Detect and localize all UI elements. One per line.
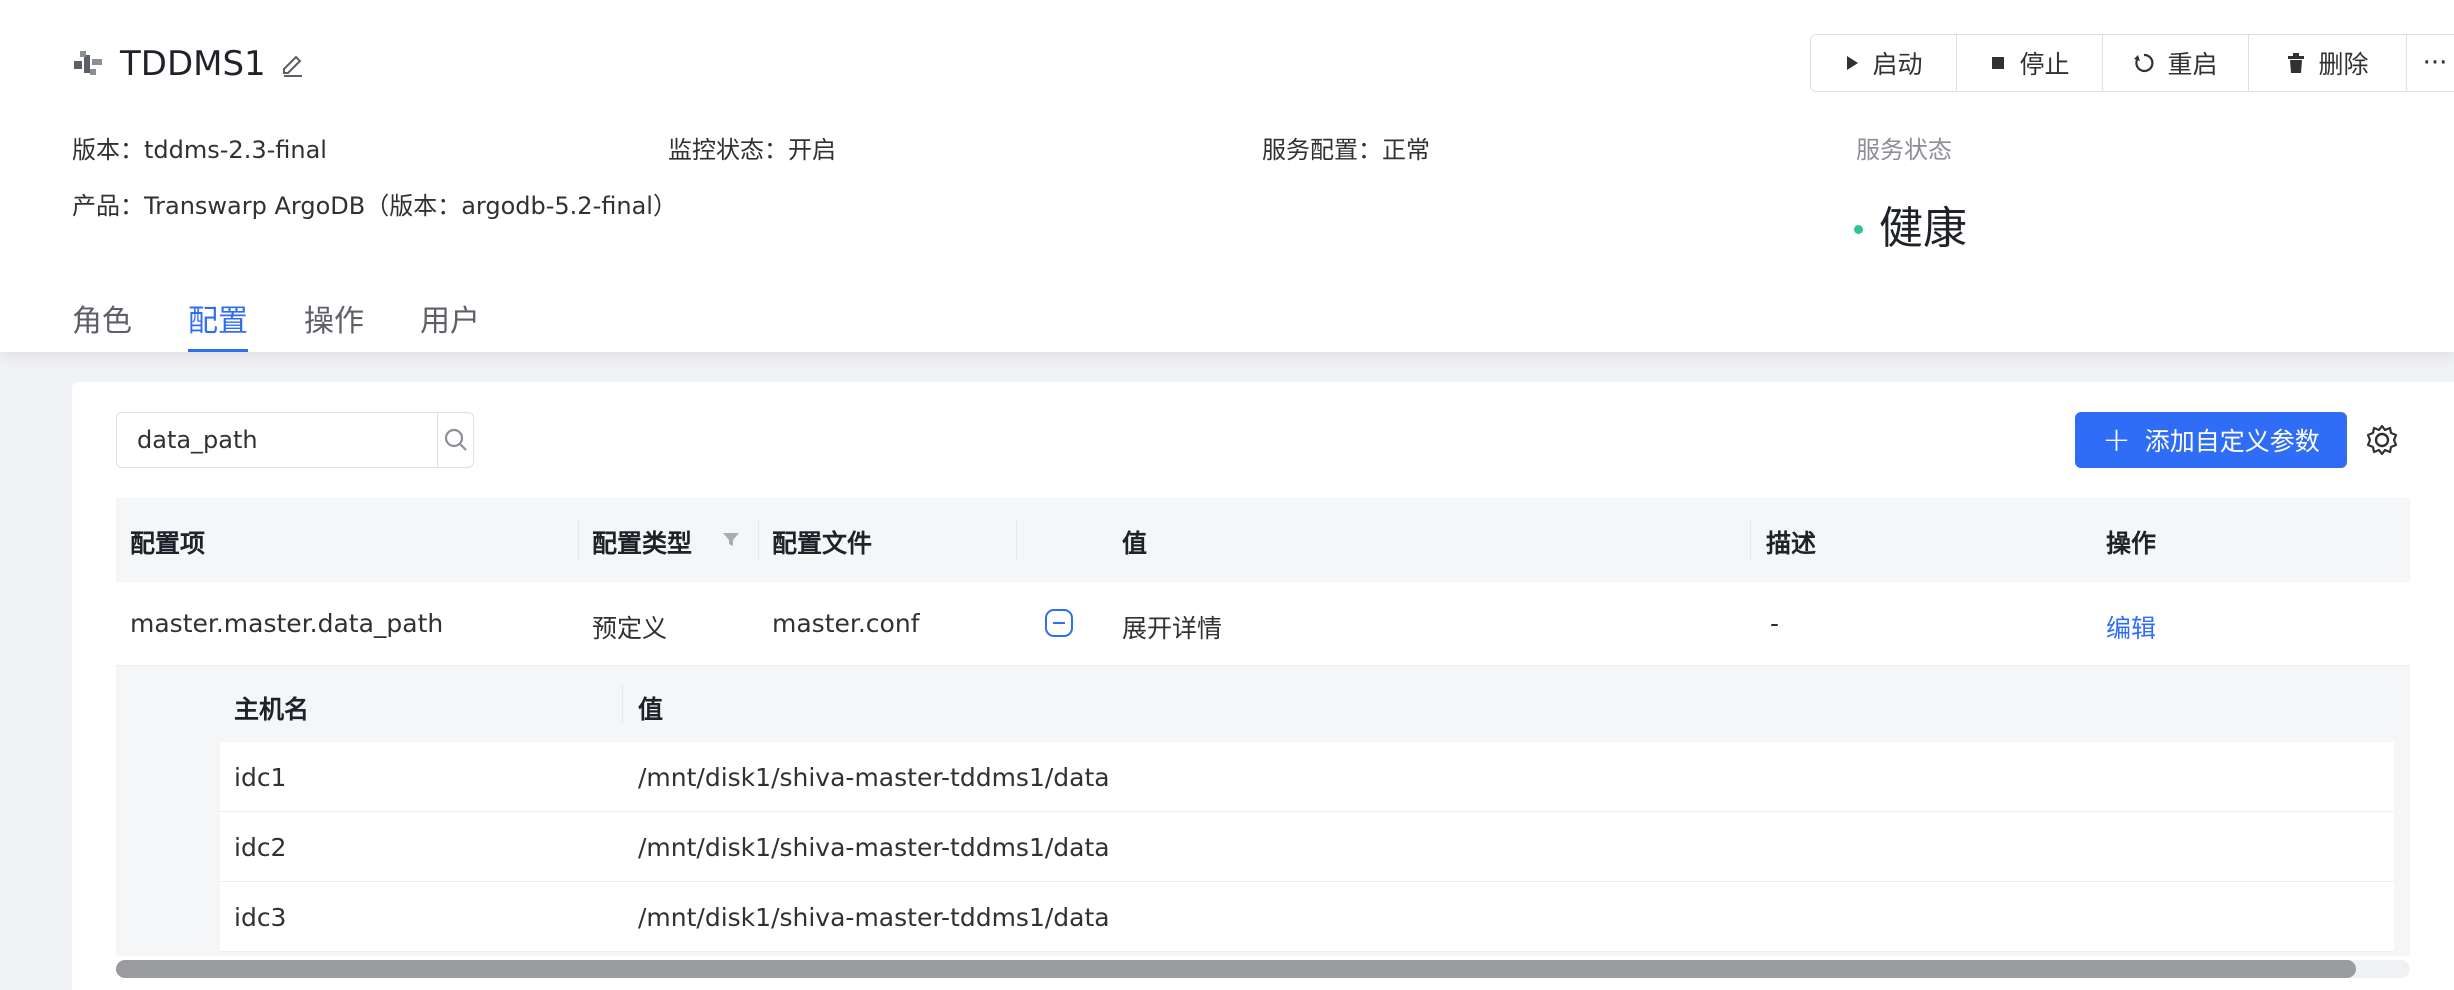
description-value: - <box>1770 609 1780 638</box>
action-button-group: 启动 停止 重启 删除 ··· <box>1810 34 2454 92</box>
start-label: 启动 <box>1872 50 1923 79</box>
tab-operations[interactable]: 操作 <box>304 296 364 352</box>
host-value-table: 主机名 值 idc1 /mnt/disk1/shiva-master-tddms… <box>220 666 2394 952</box>
config-type-value: 预定义 <box>592 614 668 643</box>
column-divider <box>758 520 759 560</box>
col-config-type: 配置类型 <box>592 529 693 558</box>
service-icon <box>74 51 102 75</box>
col-operation: 操作 <box>2106 529 2157 558</box>
hostname: idc1 <box>234 763 287 792</box>
stop-label: 停止 <box>2019 50 2070 79</box>
trash-icon <box>2288 53 2305 73</box>
status-dot-icon <box>1854 224 1863 234</box>
product-label: 产品： <box>72 192 144 220</box>
col-host-value: 值 <box>638 695 664 724</box>
search-box <box>116 412 474 468</box>
col-config-item: 配置项 <box>130 529 206 558</box>
service-header: TDDMS1 启动 停止 重启 删除 ··· 版本：tddms-2.3-fina… <box>0 0 2454 352</box>
config-panel: + 添加自定义参数 配置项 配置类型 配置文件 值 描述 操作 master.m… <box>72 382 2454 990</box>
restart-icon <box>2134 53 2154 73</box>
host-value: /mnt/disk1/shiva-master-tddms1/data <box>638 903 1110 932</box>
tab-config[interactable]: 配置 <box>188 296 248 352</box>
column-divider <box>1016 520 1017 560</box>
plus-icon: + <box>2102 420 2131 460</box>
edit-link[interactable]: 编辑 <box>2106 609 2156 645</box>
title-row: TDDMS1 <box>72 44 308 84</box>
monitor-value: 开启 <box>788 136 836 164</box>
restart-button[interactable]: 重启 <box>2103 35 2249 91</box>
host-row: idc3 /mnt/disk1/shiva-master-tddms1/data <box>220 882 2394 952</box>
search-input[interactable] <box>117 413 437 467</box>
gear-icon[interactable] <box>2364 422 2400 458</box>
horizontal-scrollbar[interactable] <box>116 960 2410 978</box>
version-value: tddms-2.3-final <box>144 136 327 164</box>
page-title: TDDMS1 <box>120 44 266 84</box>
monitor-info: 监控状态：开启 <box>668 130 836 165</box>
add-custom-param-label: 添加自定义参数 <box>2144 427 2320 456</box>
delete-label: 删除 <box>2318 50 2369 79</box>
version-info: 版本：tddms-2.3-final <box>72 130 327 165</box>
host-row: idc2 /mnt/disk1/shiva-master-tddms1/data <box>220 812 2394 882</box>
col-description: 描述 <box>1766 529 1817 558</box>
health-status: 健康 <box>1854 192 1967 256</box>
delete-button[interactable]: 删除 <box>2249 35 2407 91</box>
column-divider <box>578 520 579 560</box>
col-config-file: 配置文件 <box>772 529 873 558</box>
tab-users[interactable]: 用户 <box>420 296 480 352</box>
scrollbar-thumb[interactable] <box>116 960 2356 978</box>
add-custom-param-button[interactable]: + 添加自定义参数 <box>2075 412 2347 468</box>
config-item-name: master.master.data_path <box>130 609 444 638</box>
table-row: master.master.data_path 预定义 master.conf … <box>116 582 2410 666</box>
host-row: idc1 /mnt/disk1/shiva-master-tddms1/data <box>220 742 2394 812</box>
product-info: 产品：Transwarp ArgoDB（版本：argodb-5.2-final） <box>72 186 677 221</box>
stop-button[interactable]: 停止 <box>1957 35 2103 91</box>
more-button[interactable]: ··· <box>2407 35 2454 91</box>
host-value: /mnt/disk1/shiva-master-tddms1/data <box>638 763 1110 792</box>
filter-icon[interactable] <box>722 532 740 548</box>
config-value: 正常 <box>1382 136 1430 164</box>
start-button[interactable]: 启动 <box>1811 35 1957 91</box>
search-button[interactable] <box>437 413 473 467</box>
search-icon <box>444 428 467 451</box>
config-file-value: master.conf <box>772 609 920 638</box>
host-value: /mnt/disk1/shiva-master-tddms1/data <box>638 833 1110 862</box>
version-label: 版本： <box>72 136 144 164</box>
sub-table-header: 主机名 值 <box>220 666 2394 742</box>
column-divider <box>1750 520 1751 560</box>
config-label: 服务配置： <box>1262 136 1382 164</box>
restart-label: 重启 <box>2167 50 2218 79</box>
play-icon <box>1847 56 1859 70</box>
more-icon: ··· <box>2422 48 2448 78</box>
value-expand-detail[interactable]: 展开详情 <box>1122 609 1222 645</box>
hostname: idc2 <box>234 833 287 862</box>
column-divider <box>622 686 623 722</box>
collapse-icon[interactable] <box>1044 608 1074 638</box>
product-value: Transwarp ArgoDB（版本：argodb-5.2-final） <box>144 192 677 220</box>
stop-icon <box>1992 57 2005 69</box>
monitor-label: 监控状态： <box>668 136 788 164</box>
config-info: 服务配置：正常 <box>1262 130 1430 165</box>
hostname: idc3 <box>234 903 287 932</box>
config-table: 配置项 配置类型 配置文件 值 描述 操作 master.master.data… <box>116 498 2410 956</box>
health-status-text: 健康 <box>1879 203 1967 254</box>
service-status-label: 服务状态 <box>1856 136 1952 164</box>
table-header: 配置项 配置类型 配置文件 值 描述 操作 <box>116 498 2410 582</box>
tab-roles[interactable]: 角色 <box>72 296 132 352</box>
col-hostname: 主机名 <box>234 695 310 724</box>
col-value: 值 <box>1122 529 1148 558</box>
expanded-detail: 主机名 值 idc1 /mnt/disk1/shiva-master-tddms… <box>116 666 2410 956</box>
edit-title-icon[interactable] <box>278 49 308 79</box>
tab-bar: 角色 配置 操作 用户 <box>72 296 536 352</box>
